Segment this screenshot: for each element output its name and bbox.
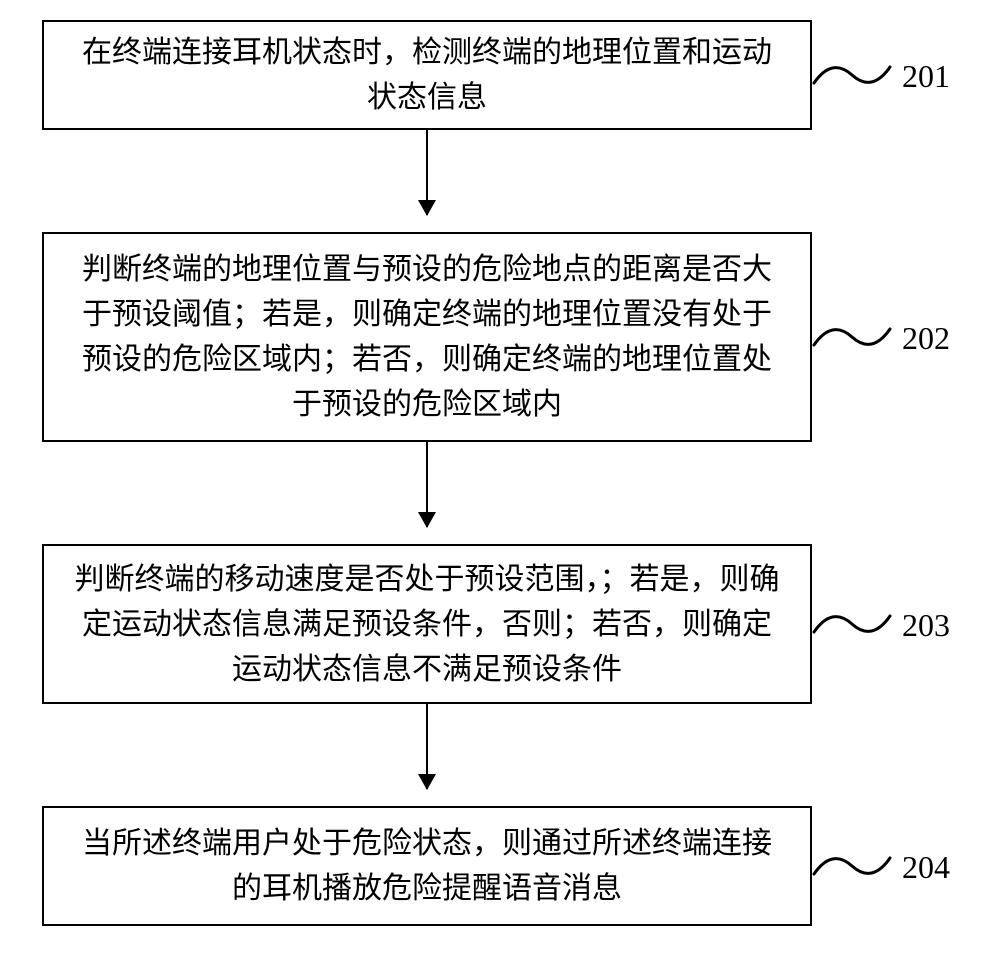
flow-step-4-text: 当所述终端用户处于危险状态，则通过所述终端连接的耳机播放危险提醒语音消息 [72, 821, 782, 911]
flow-step-2: 判断终端的地理位置与预设的危险地点的距离是否大于预设阈值；若是，则确定终端的地理… [42, 232, 812, 442]
flow-step-3-text: 判断终端的移动速度是否处于预设范围，；若是，则确定运动状态信息满足预设条件，否则… [72, 557, 782, 692]
flow-step-3: 判断终端的移动速度是否处于预设范围，；若是，则确定运动状态信息满足预设条件，否则… [42, 544, 812, 704]
flow-step-4: 当所述终端用户处于危险状态，则通过所述终端连接的耳机播放危险提醒语音消息 [42, 806, 812, 926]
flow-step-3-number: 203 [902, 607, 950, 644]
flow-step-1: 在终端连接耳机状态时，检测终端的地理位置和运动状态信息 [42, 20, 812, 130]
flow-step-1-number: 201 [902, 58, 950, 95]
leader-line-1 [812, 55, 892, 95]
flow-step-2-number: 202 [902, 320, 950, 357]
leader-line-3 [812, 604, 892, 644]
flow-step-4-number: 204 [902, 849, 950, 886]
flow-step-2-text: 判断终端的地理位置与预设的危险地点的距离是否大于预设阈值；若是，则确定终端的地理… [72, 247, 782, 427]
arrow-1-to-2 [426, 130, 428, 215]
leader-line-2 [812, 317, 892, 357]
arrow-2-to-3 [426, 442, 428, 527]
leader-line-4 [812, 846, 892, 886]
arrow-3-to-4 [426, 704, 428, 789]
flow-step-1-text: 在终端连接耳机状态时，检测终端的地理位置和运动状态信息 [72, 30, 782, 120]
